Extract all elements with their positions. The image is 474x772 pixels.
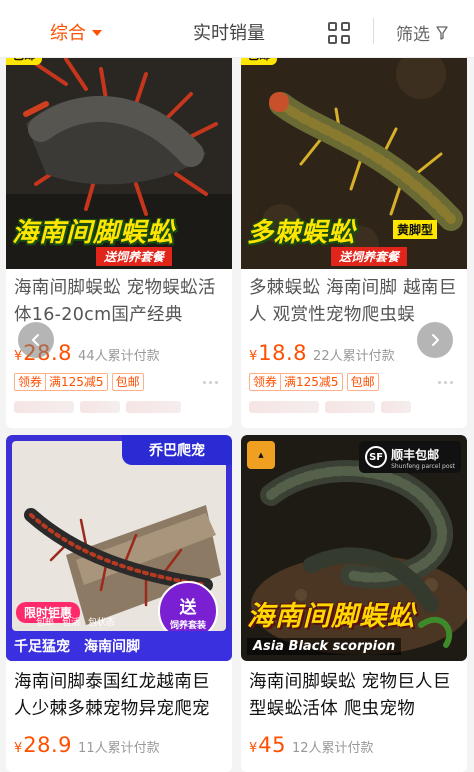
service-tag: 包邮: [36, 618, 55, 628]
shop-name-banner: 乔巴爬宠: [122, 435, 232, 465]
coupon-tag[interactable]: 领券: [249, 373, 281, 391]
image-banner-sub: 送饲养套餐: [96, 247, 173, 266]
image-banner-note: 黄脚型: [393, 220, 438, 239]
product-image[interactable]: 包邮 多棘蜈蚣 黄脚型 送饲养套餐: [241, 44, 467, 269]
sf-logo-icon: SF: [365, 446, 388, 468]
sold-count: 44人累计付款: [78, 349, 160, 364]
image-banner-title: 多棘蜈蚣: [247, 218, 356, 248]
price-value: 45: [258, 733, 287, 757]
product-image[interactable]: 乔巴爬宠 限时钜惠 包邮 包活 包状态 送 饲养套装 千足猛宠 海南间脚: [6, 435, 232, 661]
price-row: ¥ 28.9 11人累计付款: [6, 727, 232, 757]
caret-down-icon: [92, 30, 102, 36]
coupon-value-tag: 满125减5: [45, 373, 108, 391]
product-card[interactable]: 乔巴爬宠 限时钜惠 包邮 包活 包状态 送 饲养套装 千足猛宠 海南间脚 海南间…: [6, 435, 232, 772]
price-currency: ¥: [249, 349, 258, 364]
sf-badge-eng: Shunfeng parcel post: [391, 463, 455, 470]
price-row: ¥ 45 12人累计付款: [241, 727, 467, 757]
price-value: 28.9: [23, 733, 73, 757]
product-card[interactable]: 包邮 海南间脚蜈蚣 送饲养套餐 海南间脚蜈蚣 宠物蜈蚣活体16-20cm国产经典…: [6, 44, 232, 428]
product-card[interactable]: 包邮 多棘蜈蚣 黄脚型 送饲养套餐 多棘蜈蚣 海南间脚 越南巨人 观赏性宠物爬虫…: [241, 44, 467, 428]
tag-row: 领券 满125减5 包邮: [6, 365, 232, 391]
service-tag: 包状态: [88, 618, 116, 628]
service-tag: 包活: [62, 618, 81, 628]
tag-row: 领券 满125减5 包邮: [241, 365, 467, 391]
product-image[interactable]: ▲ SF 顺丰包邮 Shunfeng parcel post 海南间脚蜈蚣 As…: [241, 435, 467, 661]
sold-count: 12人累计付款: [292, 741, 374, 756]
free-shipping-tag: 包邮: [346, 373, 379, 391]
price-currency: ¥: [249, 741, 258, 756]
filter-bar: 综合 实时销量 筛选: [0, 0, 474, 58]
sf-badge-text: 顺丰包邮: [391, 448, 440, 462]
filter-button[interactable]: 筛选: [396, 20, 448, 45]
grid-view-icon[interactable]: [328, 22, 350, 44]
sold-count: 22人累计付款: [313, 349, 395, 364]
sf-express-badge: SF 顺丰包邮 Shunfeng parcel post: [359, 441, 461, 473]
filter-label: 筛选: [396, 25, 430, 45]
gift-badge-big: 送: [179, 598, 197, 618]
sales-tab-label: 实时销量: [193, 23, 265, 44]
free-shipping-tag: 包邮: [111, 373, 144, 391]
image-bottom-banner: 千足猛宠 海南间脚: [6, 631, 232, 661]
product-title[interactable]: 海南间脚蜈蚣 宠物巨人巨型蜈蚣活体 爬虫宠物: [241, 661, 467, 727]
sold-count: 11人累计付款: [78, 741, 160, 756]
gift-badge-small: 饲养套装: [169, 621, 206, 631]
product-card[interactable]: ▲ SF 顺丰包邮 Shunfeng parcel post 海南间脚蜈蚣 As…: [241, 435, 467, 772]
price-currency: ¥: [14, 741, 23, 756]
divider: [373, 18, 374, 44]
shop-row-blurred: [249, 401, 459, 415]
coupon-value-tag: 满125减5: [280, 373, 343, 391]
shop-row-blurred: [14, 401, 224, 415]
image-banner-title: 海南间脚蜈蚣: [247, 601, 415, 632]
coupon-tag[interactable]: 领券: [14, 373, 46, 391]
chevron-right-icon[interactable]: [417, 322, 453, 358]
more-dots-icon[interactable]: [438, 380, 453, 384]
funnel-icon: [436, 25, 448, 40]
bottom-banner-left: 千足猛宠: [14, 639, 70, 655]
bottom-banner-right: 海南间脚: [84, 639, 140, 655]
sort-tab-label: 综合: [50, 23, 86, 44]
sort-tab-comprehensive[interactable]: 综合: [50, 19, 102, 45]
product-title[interactable]: 海南间脚泰国红龙越南巨人少棘多棘宠物异宠爬宠: [6, 661, 232, 727]
shop-logo: ▲: [247, 441, 275, 469]
price-value: 18.8: [258, 341, 308, 365]
product-image[interactable]: 包邮 海南间脚蜈蚣 送饲养套餐: [6, 44, 232, 269]
image-banner-eng: Asia Black scorpion: [247, 638, 402, 655]
sort-tab-sales[interactable]: 实时销量: [193, 19, 265, 45]
image-banner-sub: 送饲养套餐: [331, 247, 408, 266]
more-dots-icon[interactable]: [203, 380, 218, 384]
image-banner-title: 海南间脚蜈蚣: [12, 218, 175, 248]
service-tags: 包邮 包活 包状态: [36, 615, 115, 628]
chevron-left-icon[interactable]: [18, 322, 54, 358]
